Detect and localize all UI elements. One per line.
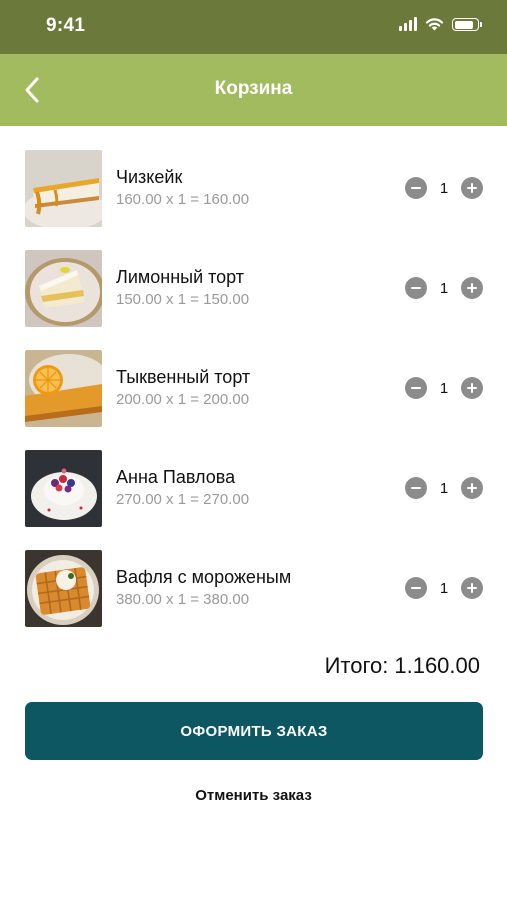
- item-calc: 380.00 x 1 = 380.00: [116, 591, 250, 608]
- pavlova-photo: [25, 450, 102, 527]
- plus-circle-icon[interactable]: [461, 377, 483, 399]
- nav-bar: Корзина: [0, 54, 507, 126]
- cellular-signal-icon: [399, 17, 417, 31]
- cart-item: Чизкейк 160.00 x 1 = 160.00 1: [0, 150, 507, 250]
- item-name: Лимонный торт: [116, 267, 245, 287]
- cheesecake-photo: [25, 150, 102, 227]
- quantity-stepper: 1: [405, 277, 483, 299]
- quantity-stepper: 1: [405, 377, 483, 399]
- total-label: Итого:: [324, 653, 389, 678]
- quantity-value: 1: [439, 379, 449, 397]
- pumpkin-cake-photo: [25, 350, 102, 427]
- checkout-button[interactable]: ОФОРМИТЬ ЗАКАЗ: [25, 702, 483, 760]
- minus-circle-icon[interactable]: [405, 177, 427, 199]
- quantity-stepper: 1: [405, 577, 483, 599]
- plus-circle-icon[interactable]: [461, 277, 483, 299]
- minus-circle-icon[interactable]: [405, 377, 427, 399]
- cart-item: Анна Павлова 270.00 x 1 = 270.00 1: [0, 450, 507, 550]
- wifi-icon: [425, 18, 444, 31]
- quantity-value: 1: [439, 579, 449, 597]
- item-calc: 270.00 x 1 = 270.00: [116, 491, 250, 508]
- battery-level: [454, 20, 474, 29]
- minus-circle-icon[interactable]: [405, 477, 427, 499]
- order-total: Итого: 1.160.00: [325, 653, 480, 679]
- plus-circle-icon[interactable]: [461, 177, 483, 199]
- status-time: 9:41: [46, 15, 86, 36]
- quantity-stepper: 1: [405, 177, 483, 199]
- minus-circle-icon[interactable]: [405, 577, 427, 599]
- item-name: Вафля с мороженым: [116, 567, 292, 587]
- status-icons: [399, 17, 482, 31]
- item-calc: 200.00 x 1 = 200.00: [116, 391, 250, 408]
- cancel-order-button[interactable]: Отменить заказ: [0, 787, 507, 804]
- lemon-cake-photo: [25, 250, 102, 327]
- cart-item: Тыквенный торт 200.00 x 1 = 200.00 1: [0, 350, 507, 450]
- plus-circle-icon[interactable]: [461, 477, 483, 499]
- quantity-value: 1: [439, 179, 449, 197]
- page-title: Корзина: [214, 78, 293, 99]
- item-calc: 160.00 x 1 = 160.00: [116, 191, 250, 208]
- item-name: Тыквенный торт: [116, 367, 251, 387]
- total-value: 1.160.00: [394, 653, 480, 678]
- minus-circle-icon[interactable]: [405, 277, 427, 299]
- quantity-stepper: 1: [405, 477, 483, 499]
- battery-icon: [452, 18, 482, 31]
- cart-item: Лимонный торт 150.00 x 1 = 150.00 1: [0, 250, 507, 350]
- quantity-value: 1: [439, 279, 449, 297]
- plus-circle-icon[interactable]: [461, 577, 483, 599]
- quantity-value: 1: [439, 479, 449, 497]
- item-calc: 150.00 x 1 = 150.00: [116, 291, 250, 308]
- cart-item: Вафля с мороженым 380.00 x 1 = 380.00 1: [0, 550, 507, 650]
- item-name: Чизкейк: [116, 167, 183, 187]
- waffle-photo: [25, 550, 102, 627]
- status-bar: 9:41: [0, 0, 507, 54]
- item-name: Анна Павлова: [116, 467, 236, 487]
